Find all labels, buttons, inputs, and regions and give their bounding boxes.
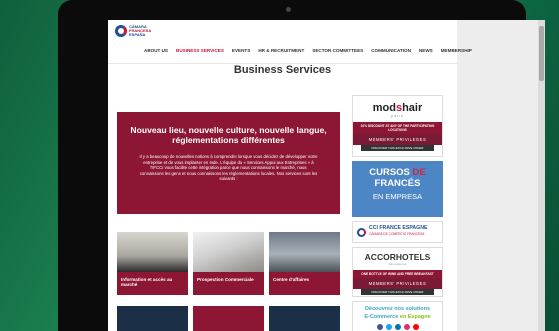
service-card[interactable]: Centre d'affaires — [269, 232, 340, 295]
nav-hr-recruitment[interactable]: HR & RECRUITMENT — [258, 48, 304, 53]
card-image — [117, 232, 188, 272]
card-image — [193, 232, 264, 272]
ad-mods-hair[interactable]: modshair paris 10% DISCOUNT AT ANY OF TH… — [352, 95, 443, 157]
page-title: Business Services — [233, 64, 332, 76]
logo-icon — [115, 25, 127, 37]
cci-logo-icon — [357, 227, 366, 237]
hero-banner: Nouveau lieu, nouvelle culture, nouvelle… — [117, 112, 340, 214]
nav-sector-committees[interactable]: SECTOR COMMITTEES — [312, 48, 363, 53]
discover-offer-button[interactable]: DISCOVER THIS EXCLUSIVE OFFER — [361, 145, 434, 151]
youtube-icon[interactable] — [412, 324, 419, 330]
ad-cci-france-espagne[interactable]: CCI FRANCE ESPAGNE CÁMARA DE COMERCIO FRA… — [352, 221, 443, 243]
nav-events[interactable]: EVENTS — [232, 48, 250, 53]
social-icons — [353, 324, 442, 330]
service-card-image[interactable] — [193, 306, 264, 331]
site-header: CÁMARA FRANCESA ESPAÑA ABOUT US BUSINESS… — [108, 20, 472, 64]
camera-icon — [286, 7, 291, 12]
nav-business-services[interactable]: BUSINESS SERVICES — [176, 48, 224, 53]
main-nav: ABOUT US BUSINESS SERVICES EVENTS HR & R… — [144, 48, 472, 53]
ad-ecommerce-espagne[interactable]: Découvrez nos solutions E-Commerce en Es… — [352, 301, 443, 331]
card-label: Information et accès au marché — [117, 272, 188, 295]
services-grid-row2 — [117, 306, 340, 331]
logo-text: CÁMARA FRANCESA ESPAÑA — [129, 24, 152, 37]
service-card[interactable]: Prospection Commerciale — [193, 232, 264, 295]
nav-about-us[interactable]: ABOUT US — [144, 48, 168, 53]
hero-text: Il y a beaucoup de nouvelles notions à c… — [139, 154, 318, 182]
browser-screen: CÁMARA FRANCESA ESPAÑA ABOUT US BUSINESS… — [108, 20, 545, 331]
scrollbar[interactable] — [538, 20, 545, 331]
facebook-icon[interactable] — [376, 324, 383, 330]
service-card-image[interactable] — [269, 306, 340, 331]
accorhotels-logo: ACCORHOTELS — [364, 252, 431, 262]
ad-accorhotels[interactable]: ACCORHOTELS feel welcome ONE BOTTLE OF W… — [352, 247, 443, 297]
nav-membership[interactable]: MEMBERSHIP — [441, 48, 472, 53]
site-logo[interactable]: CÁMARA FRANCESA ESPAÑA — [115, 25, 151, 37]
hero-title: Nouveau lieu, nouvelle culture, nouvelle… — [130, 125, 327, 145]
mods-hair-logo: modshair — [372, 102, 423, 114]
instagram-icon[interactable] — [403, 324, 410, 330]
twitter-icon[interactable] — [385, 324, 392, 330]
ad-cursos-frances[interactable]: CURSOS DE FRANCÉS EN EMPRESA — [352, 161, 443, 217]
scrollbar-thumb[interactable] — [539, 26, 544, 81]
card-label: Centre d'affaires — [269, 272, 340, 295]
card-image — [269, 232, 340, 272]
web-page: CÁMARA FRANCESA ESPAÑA ABOUT US BUSINESS… — [108, 20, 472, 331]
discover-offer-button[interactable]: DISCOVER THIS EXCLUSIVE OFFER — [361, 289, 434, 295]
services-grid: Information et accès au marché Prospecti… — [117, 232, 340, 295]
nav-communication[interactable]: COMMUNICATION — [371, 48, 411, 53]
sidebar-ads: modshair paris 10% DISCOUNT AT ANY OF TH… — [352, 95, 443, 331]
card-label: Prospection Commerciale — [193, 272, 264, 295]
service-card[interactable]: Information et accès au marché — [117, 232, 188, 295]
nav-news[interactable]: NEWS — [419, 48, 433, 53]
linkedin-icon[interactable] — [394, 324, 401, 330]
service-card-image[interactable] — [117, 306, 188, 331]
